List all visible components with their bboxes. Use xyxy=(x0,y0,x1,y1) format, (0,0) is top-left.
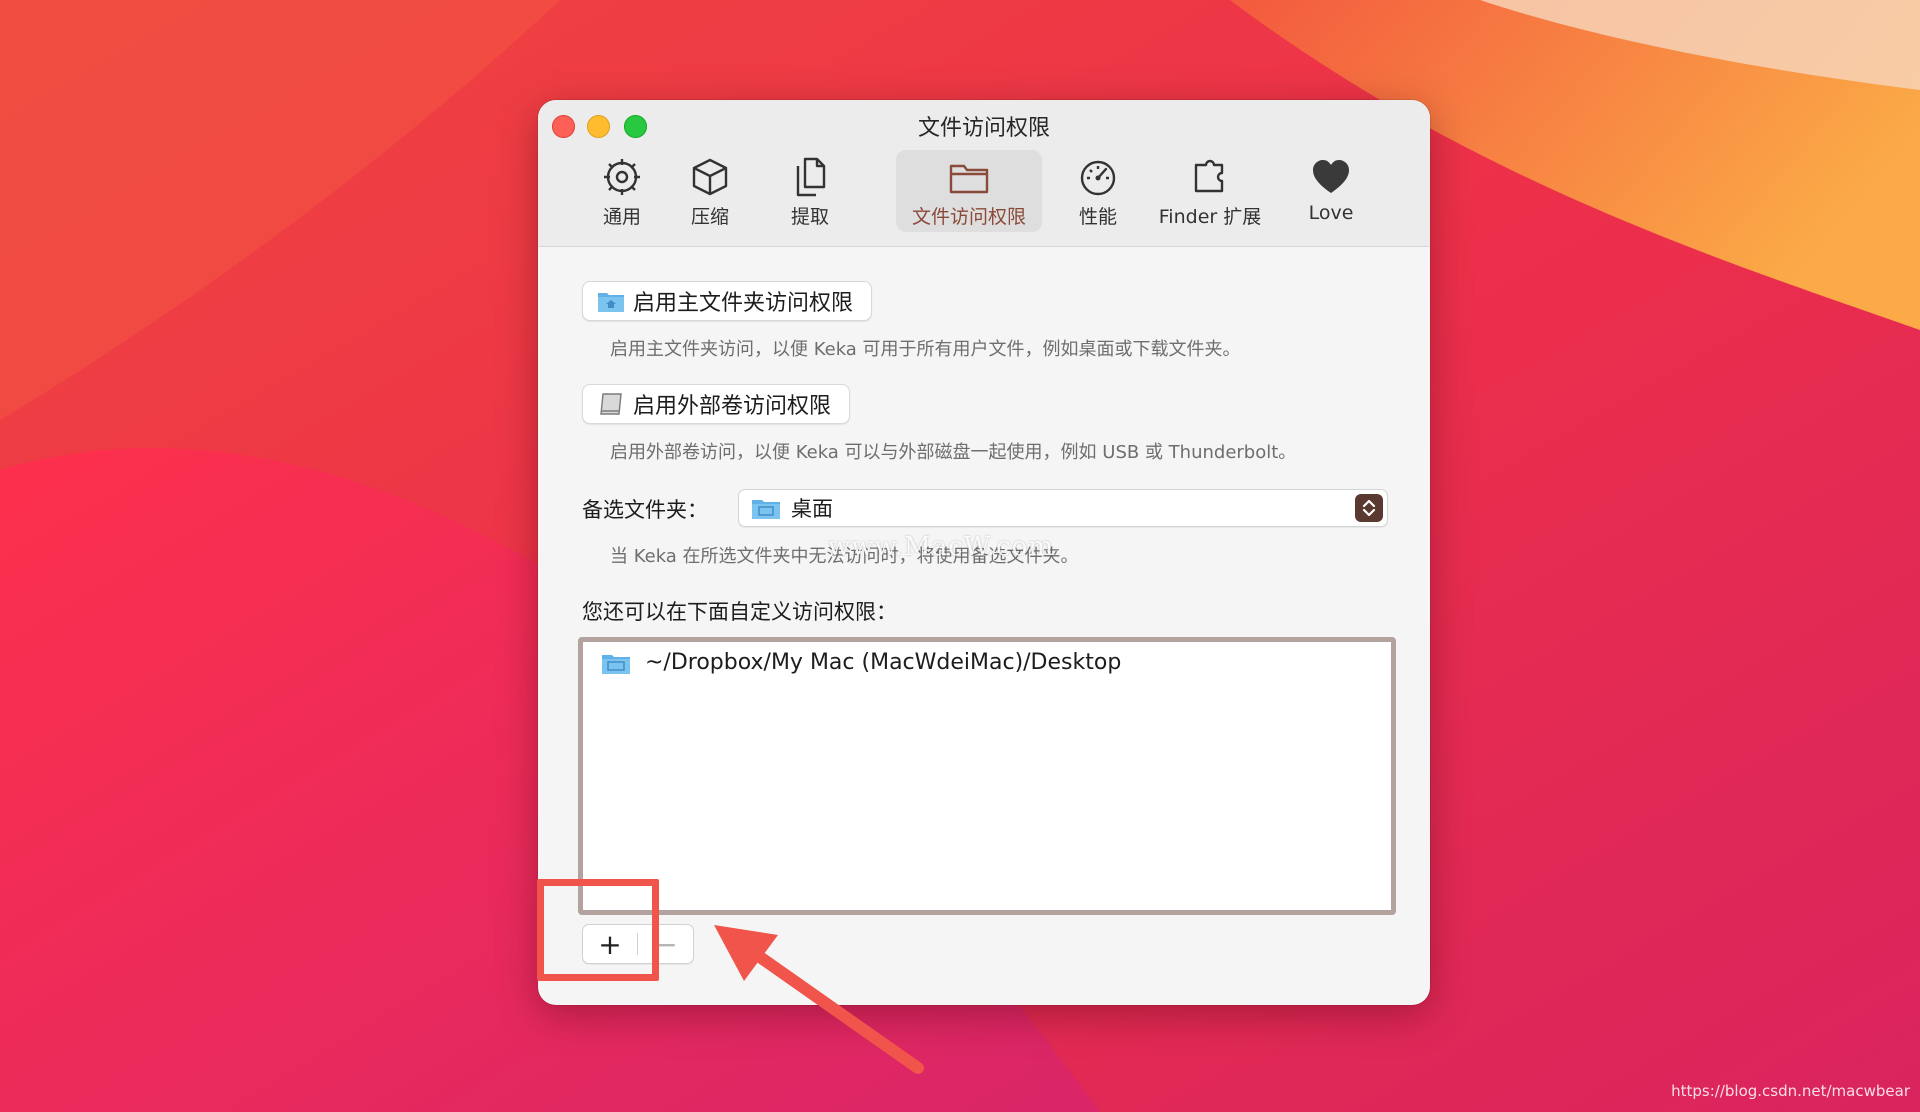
tab-label: 性能 xyxy=(1078,206,1117,228)
gear-icon xyxy=(604,159,640,195)
tab-label: 文件访问权限 xyxy=(911,206,1026,228)
tab-label: 提取 xyxy=(790,206,829,228)
box-icon xyxy=(692,158,728,196)
selected-folder: 桌面 xyxy=(791,497,833,521)
tab-label: 通用 xyxy=(602,206,641,228)
source-credit: https://blog.csdn.net/macwbear xyxy=(1671,1082,1910,1100)
annotation-highlight-box xyxy=(537,879,659,981)
tab-extract[interactable]: 提取 xyxy=(778,150,842,232)
tab-label: 压缩 xyxy=(690,206,729,228)
external-access-hint: 启用外部卷访问，以便 Keka 可以与外部磁盘一起使用，例如 USB 或 Thu… xyxy=(610,442,1297,463)
enable-external-access-button[interactable]: 启用外部卷访问权限 xyxy=(582,384,851,424)
document-icon xyxy=(796,157,826,197)
custom-access-list[interactable]: ~/Dropbox/My Mac (MacWdeiMac)/Desktop xyxy=(578,637,1396,915)
preferences-window: 文件访问权限 通用 压缩 提取 文件访问权限 性能 Finder 扩展 Love xyxy=(538,100,1430,1005)
heart-icon xyxy=(1313,160,1349,193)
puzzle-icon xyxy=(1194,159,1224,193)
gauge-icon xyxy=(1080,160,1116,196)
tab-compress[interactable]: 压缩 xyxy=(678,150,742,232)
folder-icon xyxy=(602,654,630,674)
enable-home-access-button[interactable]: 启用主文件夹访问权限 xyxy=(582,281,873,321)
custom-access-label: 您还可以在下面自定义访问权限： xyxy=(582,600,897,624)
tab-label: Finder 扩展 xyxy=(1158,206,1262,228)
watermark: www.MacW.com xyxy=(828,532,1054,562)
list-item[interactable]: ~/Dropbox/My Mac (MacWdeiMac)/Desktop xyxy=(601,650,1121,675)
tab-label: Love xyxy=(1308,202,1354,224)
fallback-folder-select[interactable]: 桌面 xyxy=(738,489,1388,527)
annotation-arrow-icon xyxy=(714,925,924,1074)
folder-icon xyxy=(949,164,989,194)
external-drive-icon xyxy=(600,393,622,415)
desktop-folder-icon xyxy=(752,500,780,519)
window-title: 文件访问权限 xyxy=(917,116,1050,141)
tab-love[interactable]: Love xyxy=(1293,150,1369,232)
fallback-folder-label: 备选文件夹： xyxy=(582,498,708,522)
window-toolbar: 文件访问权限 通用 压缩 提取 文件访问权限 性能 Finder 扩展 Love xyxy=(538,100,1430,247)
tab-general[interactable]: 通用 xyxy=(590,150,654,232)
path-text: ~/Dropbox/My Mac (MacWdeiMac)/Desktop xyxy=(645,650,1122,675)
home-access-hint: 启用主文件夹访问，以便 Keka 可用于所有用户文件，例如桌面或下载文件夹。 xyxy=(610,339,1241,360)
button-label: 启用主文件夹访问权限 xyxy=(633,291,854,316)
tab-file-access[interactable]: 文件访问权限 xyxy=(896,150,1042,232)
tab-finder-extension[interactable]: Finder 扩展 xyxy=(1152,150,1268,232)
chevron-updown-icon xyxy=(1355,494,1383,522)
home-folder-icon xyxy=(598,293,624,312)
button-label: 启用外部卷访问权限 xyxy=(633,394,832,419)
tab-performance[interactable]: 性能 xyxy=(1066,150,1130,232)
